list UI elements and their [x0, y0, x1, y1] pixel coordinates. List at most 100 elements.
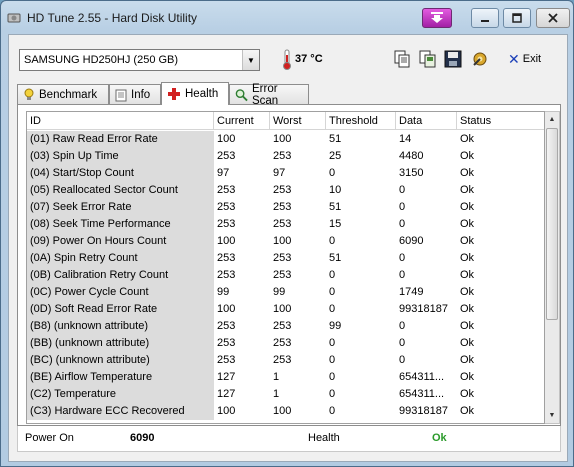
attr-current-cell: 253 — [217, 269, 236, 281]
health-cross-icon — [168, 88, 180, 100]
table-row[interactable]: (B8) (unknown attribute) 253 253 99 0 Ok — [27, 318, 544, 335]
table-row[interactable]: (C3) Hardware ECC Recovered 100 100 0 993181… — [27, 403, 544, 420]
attr-worst-cell: 100 — [273, 303, 292, 315]
attr-status-cell: Ok — [460, 337, 475, 349]
attr-current-cell: 127 — [217, 371, 236, 383]
options-icon[interactable] — [470, 49, 490, 69]
attr-id-cell: (0B) Calibration Retry Count — [27, 267, 214, 284]
table-row[interactable]: (03) Spin Up Time 253 253 25 4480 Ok — [27, 148, 544, 165]
table-row[interactable]: (BB) (unknown attribute) 253 253 0 0 Ok — [27, 335, 544, 352]
attr-threshold-cell: 0 — [329, 371, 336, 383]
table-row[interactable]: (08) Seek Time Performance 253 253 15 0 Ok — [27, 216, 544, 233]
column-header-current[interactable]: Current — [214, 112, 270, 129]
tab-info-label: Info — [131, 88, 151, 101]
attr-id-cell: (08) Seek Time Performance — [27, 216, 214, 233]
scroll-down-icon[interactable]: ▼ — [545, 408, 559, 423]
title-bar[interactable]: HD Tune 2.55 - Hard Disk Utility — [1, 1, 573, 35]
attr-threshold-cell: 51 — [329, 133, 342, 145]
table-row[interactable]: (C2) Temperature 127 1 0 654311... Ok — [27, 386, 544, 403]
health-label: Health — [308, 432, 340, 444]
maximize-icon — [512, 13, 522, 23]
attr-worst-cell: 253 — [273, 201, 292, 213]
attr-data-cell: 0 — [399, 201, 406, 213]
column-header-id[interactable]: ID — [27, 112, 214, 129]
attr-worst-cell: 99 — [273, 286, 286, 298]
copy-icon[interactable] — [392, 49, 412, 69]
attr-current-cell: 253 — [217, 150, 236, 162]
attr-data-cell: 99318187 — [399, 405, 448, 417]
exit-label: Exit — [522, 53, 542, 65]
attr-threshold-cell: 0 — [329, 405, 336, 417]
scroll-up-icon[interactable]: ▲ — [545, 112, 559, 127]
attr-status-cell: Ok — [460, 201, 475, 213]
close-button[interactable] — [536, 8, 570, 28]
table-row[interactable]: (0A) Spin Retry Count 253 253 51 0 Ok — [27, 250, 544, 267]
copy-screen-icon[interactable] — [418, 49, 438, 69]
attr-data-cell: 0 — [399, 252, 406, 264]
chevron-down-icon[interactable]: ▼ — [242, 50, 259, 70]
attr-status-cell: Ok — [460, 167, 475, 179]
attr-threshold-cell: 10 — [329, 184, 342, 196]
main-client-area: SAMSUNG HD250HJ (250 GB) ▼ 37 °C ✕ Exit … — [8, 34, 568, 462]
table-row[interactable]: (05) Reallocated Sector Count 253 253 10 0 Ok — [27, 182, 544, 199]
table-row[interactable]: (0D) Soft Read Error Rate 100 100 0 99318187… — [27, 301, 544, 318]
tab-health[interactable]: Health — [161, 82, 229, 105]
attr-status-cell: Ok — [460, 150, 475, 162]
exit-button[interactable]: ✕ Exit — [508, 49, 541, 69]
attr-data-cell: 654311... — [399, 388, 445, 400]
column-header-status[interactable]: Status — [457, 112, 544, 129]
attr-id-cell: (0A) Spin Retry Count — [27, 250, 214, 267]
maximize-button[interactable] — [503, 8, 531, 28]
table-row[interactable]: (01) Raw Read Error Rate 100 100 51 14 Ok — [27, 131, 544, 148]
download-button[interactable] — [422, 8, 452, 28]
attr-threshold-cell: 99 — [329, 320, 342, 332]
table-row[interactable]: (0B) Calibration Retry Count 253 253 0 0 Ok — [27, 267, 544, 284]
scroll-thumb[interactable] — [546, 128, 558, 320]
attr-status-cell: Ok — [460, 235, 475, 247]
table-row[interactable]: (07) Seek Error Rate 253 253 51 0 Ok — [27, 199, 544, 216]
vertical-scrollbar[interactable]: ▲ ▼ — [545, 111, 560, 424]
attr-id-cell: (03) Spin Up Time — [27, 148, 214, 165]
smart-attribute-table[interactable]: ID Current Worst Threshold Data Status (… — [26, 111, 545, 424]
attr-status-cell: Ok — [460, 388, 475, 400]
app-window: HD Tune 2.55 - Hard Disk Utility SAMSUNG… — [0, 0, 574, 467]
tab-benchmark-label: Benchmark — [39, 88, 98, 101]
info-icon — [115, 89, 127, 101]
attr-id-cell: (B8) (unknown attribute) — [27, 318, 214, 335]
attr-data-cell: 4480 — [399, 150, 424, 162]
table-row[interactable]: (04) Start/Stop Count 97 97 0 3150 Ok — [27, 165, 544, 182]
attr-data-cell: 654311... — [399, 371, 445, 383]
attr-worst-cell: 100 — [273, 235, 292, 247]
attr-id-cell: (09) Power On Hours Count — [27, 233, 214, 250]
minimize-icon — [481, 20, 489, 22]
table-row[interactable]: (BE) Airflow Temperature 127 1 0 654311... Ok — [27, 369, 544, 386]
down-arrow-icon — [431, 12, 443, 23]
table-row[interactable]: (09) Power On Hours Count 100 100 0 6090 Ok — [27, 233, 544, 250]
save-icon[interactable] — [443, 49, 463, 69]
tab-info[interactable]: Info — [109, 84, 161, 104]
table-row[interactable]: (BC) (unknown attribute) 253 253 0 0 Ok — [27, 352, 544, 369]
attr-data-cell: 14 — [399, 133, 412, 145]
attr-current-cell: 100 — [217, 405, 236, 417]
attr-current-cell: 100 — [217, 133, 236, 145]
column-header-data[interactable]: Data — [396, 112, 457, 129]
health-status-value: Ok — [432, 432, 447, 444]
drive-select[interactable]: SAMSUNG HD250HJ (250 GB) ▼ — [19, 49, 260, 71]
attr-status-cell: Ok — [460, 252, 475, 264]
tab-benchmark[interactable]: Benchmark — [17, 84, 109, 104]
column-header-threshold[interactable]: Threshold — [326, 112, 396, 129]
attr-id-cell: (C3) Hardware ECC Recovered — [27, 403, 214, 420]
column-header-worst[interactable]: Worst — [270, 112, 326, 129]
attr-threshold-cell: 0 — [329, 235, 336, 247]
tab-error-scan[interactable]: Error Scan — [229, 83, 309, 107]
attr-id-cell: (C2) Temperature — [27, 386, 214, 403]
table-row[interactable]: (0C) Power Cycle Count 99 99 0 1749 Ok — [27, 284, 544, 301]
attr-id-cell: (BE) Airflow Temperature — [27, 369, 214, 386]
minimize-button[interactable] — [471, 8, 499, 28]
app-disk-icon — [7, 13, 21, 23]
attr-worst-cell: 253 — [273, 184, 292, 196]
attr-id-cell: (01) Raw Read Error Rate — [27, 131, 214, 148]
attr-worst-cell: 253 — [273, 269, 292, 281]
power-on-value: 6090 — [130, 432, 155, 444]
attr-worst-cell: 1 — [273, 371, 280, 383]
